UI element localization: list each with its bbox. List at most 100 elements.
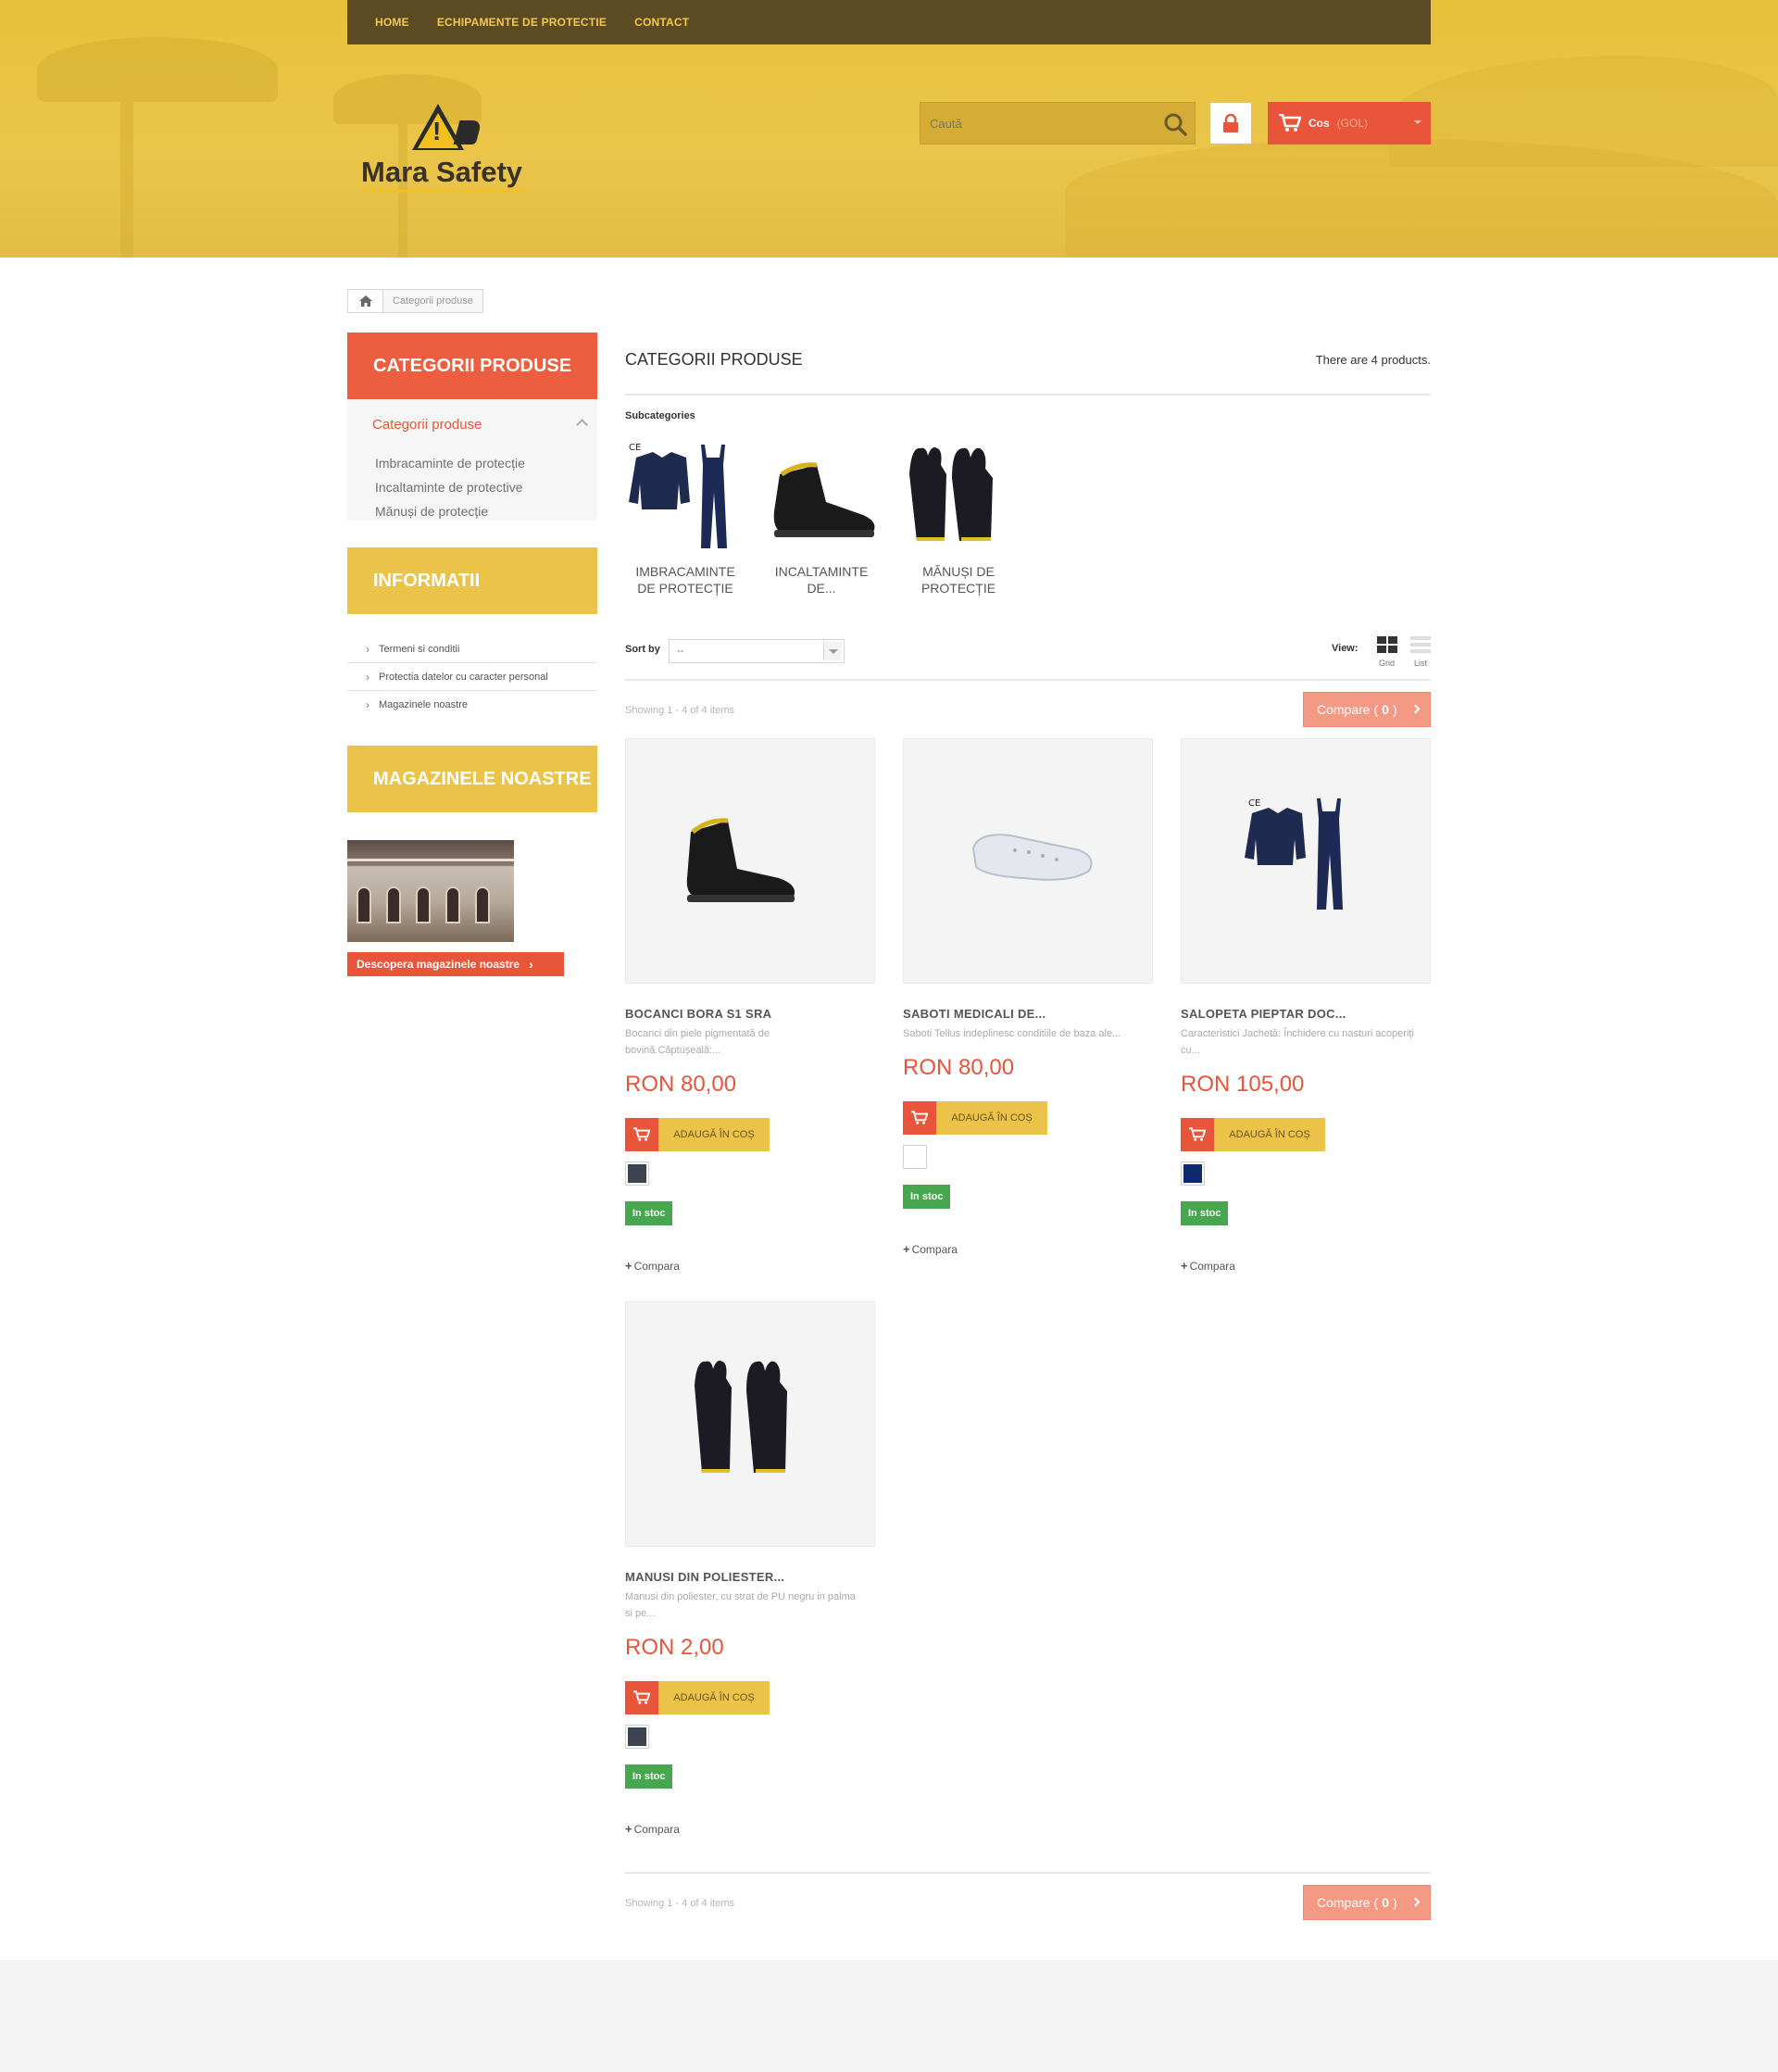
view-label: View:	[1332, 643, 1359, 654]
search-icon[interactable]	[1163, 112, 1187, 136]
subcategory-gloves[interactable]: MĂNUȘI DE PROTECȚIE	[898, 437, 1019, 596]
chevron-right-icon: ›	[366, 642, 369, 656]
plus-icon: +	[625, 1822, 632, 1836]
showing-count: Showing 1 - 4 of 4 items	[625, 1898, 735, 1909]
subcategory-clothing[interactable]: CE IMBRACAMINTE DE PROTECȚIE	[625, 437, 745, 596]
product-image[interactable]	[903, 738, 1153, 984]
info-link-stores[interactable]: › Magazinele noastre	[347, 691, 597, 719]
info-block-title: INFORMATII	[347, 547, 597, 614]
category-item[interactable]: Mănuși de protecție	[375, 504, 488, 519]
product-image[interactable]	[625, 738, 875, 984]
add-to-cart-button[interactable]: ADAUGĂ ÎN COȘ	[625, 1118, 770, 1151]
product-price: RON 2,00	[625, 1635, 724, 1660]
site-logo[interactable]: ! Mara Safety	[357, 102, 551, 195]
info-link-terms[interactable]: › Termeni si conditii	[347, 635, 597, 663]
chevron-right-icon: ›	[529, 957, 533, 972]
workwear-icon: CE	[629, 443, 727, 548]
chevron-right-icon	[1410, 1897, 1421, 1907]
color-swatch[interactable]	[625, 1725, 649, 1749]
cart-status: (GOL)	[1336, 117, 1369, 130]
showing-count: Showing 1 - 4 of 4 items	[625, 705, 735, 716]
compare-link-label: Compara	[1189, 1260, 1235, 1273]
list-view-icon[interactable]	[1410, 636, 1431, 653]
swatch-color	[628, 1164, 646, 1183]
discover-stores-button[interactable]: Descopera magazinele noastre ›	[347, 952, 564, 976]
compare-link[interactable]: + Compara	[903, 1242, 958, 1256]
compare-link[interactable]: + Compara	[1181, 1259, 1235, 1273]
sort-select[interactable]: --	[669, 639, 845, 663]
color-swatch[interactable]	[625, 1162, 649, 1186]
lock-icon	[1223, 114, 1238, 132]
subcategory-name: INCALTAMINTE DE...	[774, 564, 869, 596]
hill-decor	[1389, 56, 1778, 167]
product-image[interactable]	[625, 1301, 875, 1547]
breadcrumb-current: Categorii produse	[383, 290, 482, 312]
sort-value: --	[677, 646, 684, 657]
product-image[interactable]: CE	[1181, 738, 1431, 984]
chevron-right-icon: ›	[366, 670, 369, 684]
product-name[interactable]: SALOPETA PIEPTAR DOC...	[1181, 1007, 1346, 1021]
cart-icon	[1181, 1118, 1214, 1151]
product-name[interactable]: BOCANCI BORA S1 SRA	[625, 1007, 771, 1021]
search-input[interactable]	[930, 103, 1152, 144]
cart-label: Cos	[1308, 117, 1330, 130]
product-description: Caracteristici Jachetă: Închidere cu nas…	[1181, 1028, 1414, 1056]
grid-view-label: Grid	[1379, 659, 1396, 668]
subcategory-footwear[interactable]: INCALTAMINTE DE...	[761, 437, 882, 596]
category-item[interactable]: Imbracaminte de protecție	[375, 456, 525, 471]
info-link-label: Protectia datelor cu caracter personal	[379, 671, 548, 683]
nav-echipamente[interactable]: ECHIPAMENTE DE PROTECTIE	[437, 16, 607, 29]
gloves-icon	[909, 447, 993, 541]
info-link-privacy[interactable]: › Protectia datelor cu caracter personal	[347, 663, 597, 691]
header: HOME ECHIPAMENTE DE PROTECTIE CONTACT ! …	[0, 0, 1778, 257]
account-button[interactable]	[1209, 102, 1252, 144]
subcategory-name: IMBRACAMINTE DE PROTECȚIE	[635, 564, 735, 596]
nav-contact[interactable]: CONTACT	[634, 16, 689, 29]
compare-button[interactable]: Compare (0)	[1303, 692, 1431, 727]
compare-button[interactable]: Compare (0)	[1303, 1885, 1431, 1920]
info-link-label: Magazinele noastre	[379, 699, 469, 710]
store-window	[445, 886, 460, 923]
logo-underline	[364, 190, 526, 193]
cart-icon	[1279, 114, 1301, 132]
grid-view-icon[interactable]	[1377, 636, 1397, 653]
divider	[625, 394, 1431, 396]
gloves-icon	[695, 1361, 787, 1473]
compare-link[interactable]: + Compara	[625, 1822, 680, 1836]
stock-badge: In stoc	[625, 1764, 673, 1789]
plus-icon: +	[903, 1242, 910, 1256]
stores-block-title: MAGAZINELE NOASTRE	[347, 746, 597, 812]
product-name[interactable]: SABOTI MEDICALI DE...	[903, 1007, 1046, 1021]
product-name[interactable]: MANUSI DIN POLIESTER...	[625, 1570, 784, 1584]
store-photo[interactable]	[347, 840, 514, 942]
store-window	[416, 886, 431, 923]
search-box	[920, 102, 1196, 144]
breadcrumb-home[interactable]	[348, 290, 383, 312]
chevron-up-icon[interactable]	[576, 419, 588, 431]
add-to-cart-button[interactable]: ADAUGĂ ÎN COȘ	[625, 1681, 770, 1714]
product-count: There are 4 products.	[1315, 353, 1431, 367]
color-swatch[interactable]	[1181, 1162, 1205, 1186]
workwear-icon: CE	[1245, 798, 1343, 910]
nav-home[interactable]: HOME	[375, 16, 409, 29]
stock-badge: In stoc	[1181, 1201, 1229, 1225]
cart-icon	[903, 1101, 936, 1135]
add-to-cart-button[interactable]: ADAUGĂ ÎN COȘ	[903, 1101, 1047, 1135]
compare-link[interactable]: + Compara	[625, 1259, 680, 1273]
boot-icon	[773, 462, 875, 537]
add-to-cart-button[interactable]: ADAUGĂ ÎN COȘ	[1181, 1118, 1325, 1151]
compare-link-label: Compara	[911, 1243, 958, 1256]
chevron-down-icon	[823, 642, 842, 660]
parasol-decor	[37, 37, 278, 102]
product-price: RON 80,00	[625, 1072, 737, 1097]
subcategories-heading: Subcategories	[625, 410, 695, 421]
info-list: › Termeni si conditii › Protectia datelor …	[347, 635, 597, 719]
compare-count: 0	[1382, 1895, 1389, 1910]
product-description: Bocanci din piele pigmentată de bovină.C…	[625, 1028, 770, 1056]
category-item[interactable]: Incaltaminte de protective	[375, 480, 523, 495]
cart-button[interactable]: Cos (GOL)	[1268, 102, 1431, 144]
color-swatch[interactable]	[903, 1145, 927, 1169]
plus-icon: +	[1181, 1259, 1188, 1273]
clog-icon	[971, 834, 1093, 881]
category-current[interactable]: Categorii produse	[372, 417, 482, 433]
